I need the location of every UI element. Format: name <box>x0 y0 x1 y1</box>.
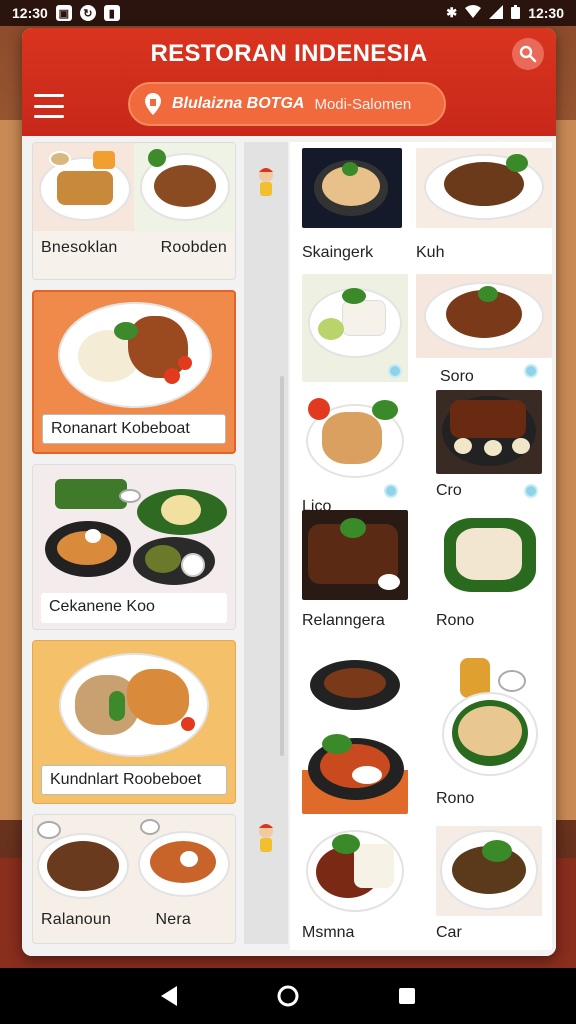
status-bar: 12:30 ▣ ↻ ▮ ✱ 12:30 <box>0 0 576 26</box>
dish-grid-panel: Skaingerk Kuh Soro Lico Cro Relanngera R… <box>290 142 552 950</box>
dish-label: Relanngera <box>302 612 385 629</box>
dish-image <box>416 148 552 228</box>
dish-image <box>134 143 235 231</box>
list-item[interactable]: Ralanoun Nera <box>32 814 236 944</box>
dish-image <box>302 390 408 498</box>
scrollbar[interactable] <box>280 376 284 756</box>
list-item[interactable]: Cekanene Koo <box>32 464 236 630</box>
search-button[interactable] <box>512 38 544 70</box>
dish-card[interactable]: Msmna <box>302 826 412 942</box>
info-badge[interactable] <box>524 364 538 378</box>
dish-card[interactable]: Car <box>436 826 546 942</box>
recents-square-icon[interactable] <box>397 986 417 1006</box>
dish-card[interactable]: Kuh <box>416 148 556 262</box>
notification-icon: ▮ <box>103 5 120 21</box>
list-item-label: Ralanoun <box>41 911 112 928</box>
info-badge[interactable] <box>524 484 538 498</box>
list-item-label: Cekanene Koo <box>41 593 227 623</box>
dish-image <box>416 274 552 358</box>
search-icon <box>519 45 537 63</box>
app-title: RESTORAN INDENESIA <box>150 40 428 67</box>
app-header: RESTORAN INDENESIA Blulaizna BOTGA Modi-… <box>22 28 556 136</box>
dish-card[interactable] <box>302 650 412 820</box>
dish-image <box>33 815 134 903</box>
dish-label: Kuh <box>416 244 445 261</box>
dish-card[interactable]: Rono <box>436 510 546 630</box>
category-list: Bnesoklan Roobden Ronanart Kobeboat Ceka… <box>32 142 236 954</box>
dish-card[interactable]: Relanngera <box>302 510 412 630</box>
info-badge[interactable] <box>388 364 402 378</box>
dish-image <box>302 148 402 228</box>
dish-label: Car <box>436 924 462 941</box>
location-name: Blulaizna BOTGA <box>172 95 305 112</box>
dish-card[interactable]: Skaingerk <box>302 148 412 262</box>
info-badge[interactable] <box>384 484 398 498</box>
app-window: RESTORAN INDENESIA Blulaizna BOTGA Modi-… <box>22 28 556 956</box>
dish-label: Rono <box>436 790 475 807</box>
list-item-label: Kundnlart Roobeboet <box>41 765 227 795</box>
list-item-label: Bnesoklan <box>41 239 118 256</box>
gallery-icon: ▣ <box>55 5 72 21</box>
home-circle-icon[interactable] <box>276 984 300 1008</box>
background-wall <box>0 120 24 820</box>
location-subtitle: Modi-Salomen <box>314 95 412 113</box>
dish-image <box>302 510 408 600</box>
battery-icon <box>511 4 521 22</box>
dish-image <box>436 826 542 916</box>
list-item-label: Nera <box>155 911 191 928</box>
list-item[interactable]: Bnesoklan Roobden <box>32 142 236 280</box>
status-time: 12:30 <box>12 5 48 21</box>
mascot-icon <box>259 824 273 852</box>
menu-content: Bnesoklan Roobden Ronanart Kobeboat Ceka… <box>22 136 556 956</box>
dish-card[interactable]: Lico <box>302 390 412 516</box>
signal-icon <box>489 4 504 22</box>
dish-image <box>436 650 542 780</box>
sync-icon: ↻ <box>79 5 96 21</box>
bluetooth-icon: ✱ <box>446 5 458 20</box>
dish-image <box>33 143 134 231</box>
dish-card[interactable]: Soro <box>416 274 556 386</box>
list-item[interactable]: Kundnlart Roobeboet <box>32 640 236 804</box>
mascot-icon <box>259 168 273 196</box>
dish-image <box>302 650 408 814</box>
dish-label: Rono <box>436 612 475 629</box>
dish-label: Soro <box>440 368 474 385</box>
navigation-bar <box>0 968 576 1024</box>
list-item-label: Roobden <box>160 239 227 256</box>
back-triangle-icon[interactable] <box>159 985 179 1007</box>
location-selector[interactable]: Blulaizna BOTGA Modi-Salomen <box>128 82 446 126</box>
background-wall <box>554 120 576 820</box>
dish-image <box>134 815 235 903</box>
location-pin-icon <box>145 93 161 115</box>
list-item-label: Ronanart Kobeboat <box>42 414 226 444</box>
dish-image <box>436 390 542 474</box>
dish-image <box>436 510 542 600</box>
dish-label: Skaingerk <box>302 244 374 261</box>
status-time-right: 12:30 <box>528 5 564 21</box>
dish-label: Msmna <box>302 924 355 941</box>
hamburger-menu-icon[interactable] <box>34 94 64 118</box>
list-item-selected[interactable]: Ronanart Kobeboat <box>32 290 236 454</box>
dish-card[interactable]: Rono <box>436 650 546 808</box>
wifi-icon <box>465 4 482 22</box>
dish-image <box>302 826 408 916</box>
